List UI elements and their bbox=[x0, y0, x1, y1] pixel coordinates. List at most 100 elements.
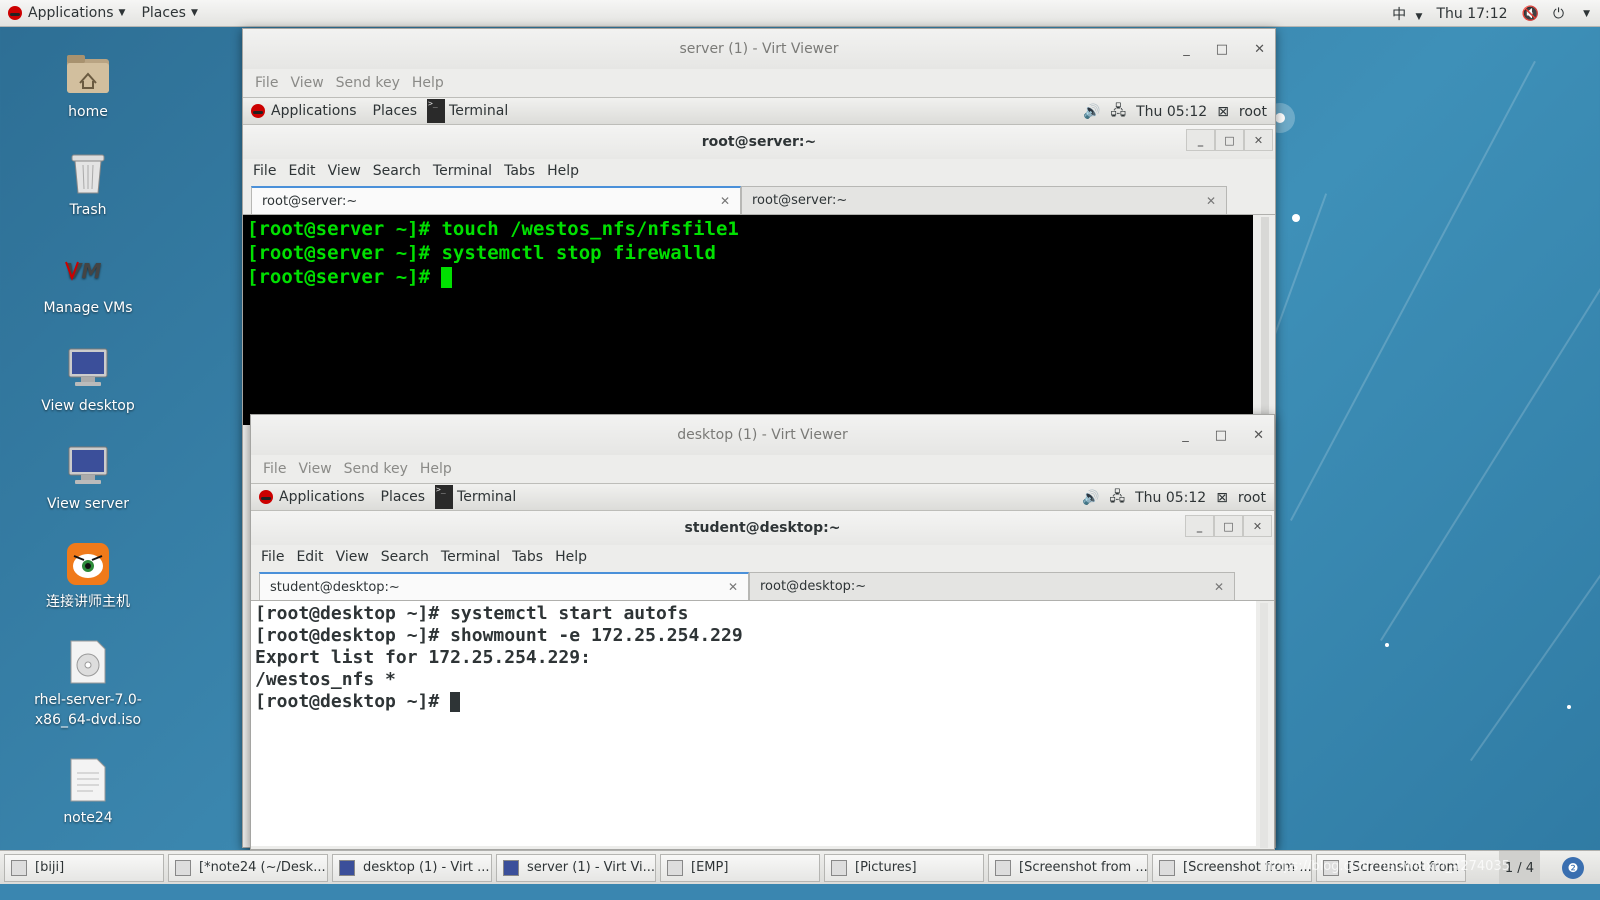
desktop-icon-label: home bbox=[68, 104, 108, 120]
menu-file[interactable]: File bbox=[249, 75, 284, 91]
minimize-button[interactable]: _ bbox=[1182, 428, 1189, 443]
desktop-icon-home[interactable]: home bbox=[30, 50, 146, 122]
caret-down-icon[interactable]: ▼ bbox=[1583, 9, 1590, 19]
terminal-maximize-button[interactable]: □ bbox=[1215, 129, 1244, 151]
guest-applications-menu[interactable]: Applications bbox=[279, 489, 381, 505]
menu-view[interactable]: View bbox=[284, 75, 329, 91]
guest-applications-menu[interactable]: Applications bbox=[271, 103, 373, 119]
window-titlebar[interactable]: desktop (1) - Virt Viewer _ □ ✕ bbox=[251, 415, 1274, 455]
terminal-output[interactable]: [root@desktop ~]# systemctl start autofs… bbox=[251, 601, 1256, 846]
guest-clock[interactable]: Thu 05:12 bbox=[1135, 490, 1206, 506]
minimize-button[interactable]: _ bbox=[1183, 42, 1190, 57]
term-menu-edit[interactable]: Edit bbox=[290, 549, 329, 565]
taskbar-item[interactable]: server (1) - Virt Vi... bbox=[496, 853, 656, 882]
terminal-tab[interactable]: root@server:~ ✕ bbox=[741, 186, 1227, 214]
term-menu-tabs[interactable]: Tabs bbox=[498, 163, 541, 179]
term-menu-terminal[interactable]: Terminal bbox=[427, 163, 498, 179]
notification-icon[interactable]: ❷ bbox=[1562, 857, 1584, 879]
term-menu-file[interactable]: File bbox=[247, 163, 282, 179]
terminal-tab[interactable]: student@desktop:~ ✕ bbox=[259, 572, 749, 600]
network-icon[interactable]: 🖧 bbox=[1109, 486, 1125, 510]
close-tab-icon[interactable]: ✕ bbox=[1206, 194, 1216, 208]
user-icon: ⊠ bbox=[1216, 490, 1228, 506]
maximize-button[interactable]: □ bbox=[1216, 42, 1228, 57]
desktop-icon-view-server[interactable]: View server bbox=[30, 442, 146, 514]
menu-help[interactable]: Help bbox=[406, 75, 450, 91]
guest-user-menu[interactable]: root bbox=[1239, 104, 1267, 120]
text-editor-icon bbox=[175, 859, 191, 876]
menu-view[interactable]: View bbox=[292, 461, 337, 477]
wallpaper-line bbox=[1380, 165, 1600, 642]
term-menu-file[interactable]: File bbox=[255, 549, 290, 565]
volume-icon[interactable]: 🔊 bbox=[1082, 490, 1099, 506]
places-menu[interactable]: Places ▼ bbox=[133, 0, 205, 27]
close-tab-icon[interactable]: ✕ bbox=[728, 580, 738, 594]
desktop-icon-rhel-iso[interactable]: rhel-server-7.0- x86_64-dvd.iso bbox=[30, 638, 146, 730]
guest-clock[interactable]: Thu 05:12 bbox=[1136, 104, 1207, 120]
taskbar-item[interactable]: [Screenshot from ... bbox=[988, 853, 1148, 882]
desktop-icon-trash[interactable]: Trash bbox=[30, 148, 146, 220]
term-menu-view[interactable]: View bbox=[322, 163, 367, 179]
menu-send-key[interactable]: Send key bbox=[330, 75, 406, 91]
guest-terminal-task[interactable]: Terminal bbox=[427, 98, 516, 124]
close-tab-icon[interactable]: ✕ bbox=[1214, 580, 1224, 594]
terminal-tab[interactable]: root@desktop:~ ✕ bbox=[749, 572, 1235, 600]
window-titlebar[interactable]: server (1) - Virt Viewer _ □ ✕ bbox=[243, 29, 1275, 69]
term-menu-tabs[interactable]: Tabs bbox=[506, 549, 549, 565]
terminal-minimize-button[interactable]: _ bbox=[1185, 515, 1214, 537]
terminal-tab[interactable]: root@server:~ ✕ bbox=[251, 186, 741, 214]
desktop-icon-connect-instructor[interactable]: 连接讲师主机 bbox=[30, 540, 146, 612]
taskbar-item[interactable]: [EMP] bbox=[660, 853, 820, 882]
terminal-titlebar[interactable]: root@server:~ _ □ ✕ bbox=[243, 125, 1275, 159]
input-method-indicator[interactable]: 中 ▼ bbox=[1392, 4, 1422, 24]
menu-send-key[interactable]: Send key bbox=[338, 461, 414, 477]
close-button[interactable]: ✕ bbox=[1254, 42, 1265, 57]
clock[interactable]: Thu 17:12 bbox=[1436, 6, 1507, 22]
terminal-close-button[interactable]: ✕ bbox=[1243, 515, 1272, 537]
trash-icon bbox=[64, 148, 112, 196]
volume-muted-icon[interactable]: 🔇 bbox=[1522, 6, 1539, 22]
taskbar-item[interactable]: [biji] bbox=[4, 853, 164, 882]
desktop-icon-label: rhel-server-7.0- x86_64-dvd.iso bbox=[30, 690, 146, 730]
power-icon[interactable]: ⏻ bbox=[1553, 6, 1564, 22]
term-menu-terminal[interactable]: Terminal bbox=[435, 549, 506, 565]
applications-label: Applications bbox=[28, 5, 114, 21]
guest-places-menu[interactable]: Places bbox=[381, 489, 426, 505]
term-menu-search[interactable]: Search bbox=[367, 163, 427, 179]
taskbar-item[interactable]: [Pictures] bbox=[824, 853, 984, 882]
guest-terminal-task[interactable]: Terminal bbox=[435, 484, 524, 510]
taskbar-item-label: [*note24 (~/Desk... bbox=[199, 860, 326, 875]
taskbar-item[interactable]: desktop (1) - Virt ... bbox=[332, 853, 492, 882]
desktop-icon-note24[interactable]: note24 bbox=[30, 756, 146, 828]
top-panel: Applications ▼ Places ▼ 中 ▼ Thu 17:12 🔇 … bbox=[0, 0, 1600, 27]
terminal-scrollbar[interactable] bbox=[1261, 217, 1269, 427]
maximize-button[interactable]: □ bbox=[1215, 428, 1227, 443]
terminal-scrollbar[interactable] bbox=[1260, 603, 1268, 848]
network-icon[interactable]: 🖧 bbox=[1110, 100, 1126, 124]
menu-file[interactable]: File bbox=[257, 461, 292, 477]
desktop-icon-view-desktop[interactable]: View desktop bbox=[30, 344, 146, 416]
term-menu-view[interactable]: View bbox=[330, 549, 375, 565]
close-tab-icon[interactable]: ✕ bbox=[720, 194, 730, 208]
term-menu-edit[interactable]: Edit bbox=[282, 163, 321, 179]
guest-user-menu[interactable]: root bbox=[1238, 490, 1266, 506]
disc-icon bbox=[64, 638, 112, 686]
applications-menu[interactable]: Applications ▼ bbox=[0, 0, 133, 27]
terminal-maximize-button[interactable]: □ bbox=[1214, 515, 1243, 537]
close-button[interactable]: ✕ bbox=[1253, 428, 1264, 443]
terminal-close-button[interactable]: ✕ bbox=[1244, 129, 1273, 151]
taskbar-item-label: [Pictures] bbox=[855, 860, 917, 875]
term-menu-help[interactable]: Help bbox=[549, 549, 593, 565]
menu-help[interactable]: Help bbox=[414, 461, 458, 477]
volume-icon[interactable]: 🔊 bbox=[1083, 104, 1100, 120]
desktop-icon-manage-vms[interactable]: VM Manage VMs bbox=[30, 246, 146, 318]
terminal-prompt: [root@server ~]# bbox=[247, 266, 442, 288]
term-menu-search[interactable]: Search bbox=[375, 549, 435, 565]
terminal-minimize-button[interactable]: _ bbox=[1186, 129, 1215, 151]
guest-places-menu[interactable]: Places bbox=[373, 103, 418, 119]
term-menu-help[interactable]: Help bbox=[541, 163, 585, 179]
taskbar-item[interactable]: [*note24 (~/Desk... bbox=[168, 853, 328, 882]
desktop-icon-label: Trash bbox=[69, 202, 107, 218]
terminal-output[interactable]: [root@server ~]# touch /westos_nfs/nfsfi… bbox=[243, 215, 1253, 425]
terminal-titlebar[interactable]: student@desktop:~ _ □ ✕ bbox=[251, 511, 1274, 545]
